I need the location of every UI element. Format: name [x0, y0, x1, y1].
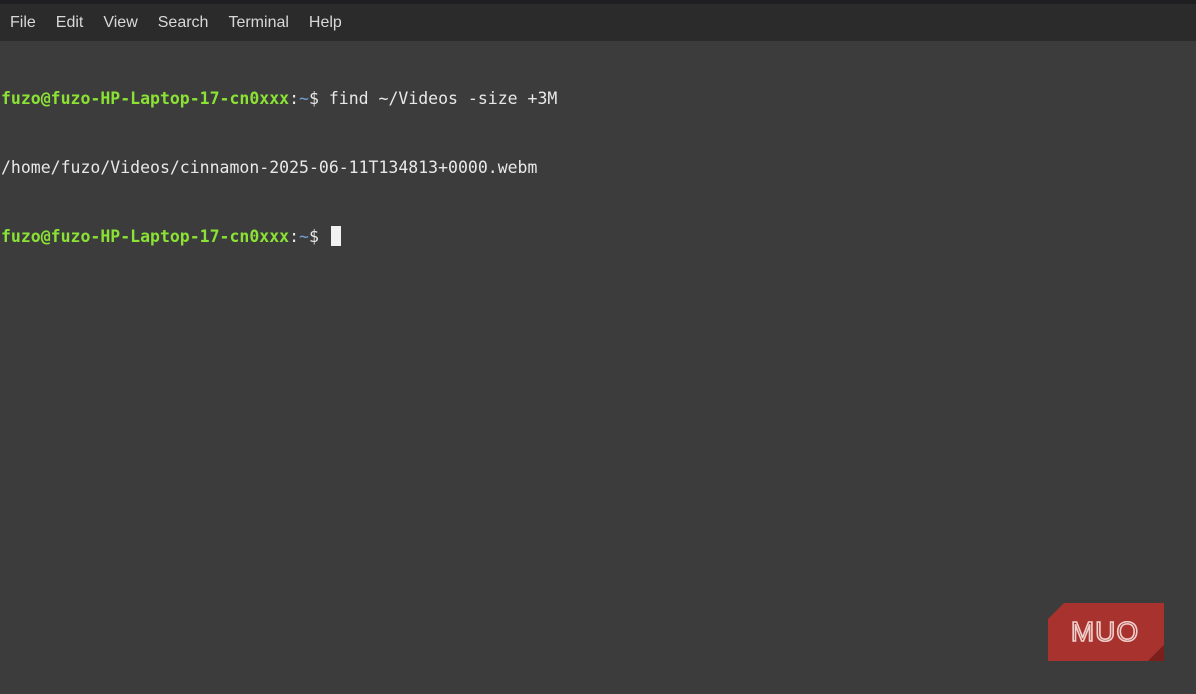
command-output: /home/fuzo/Videos/cinnamon-2025-06-11T13… [1, 158, 538, 177]
terminal-line: /home/fuzo/Videos/cinnamon-2025-06-11T13… [1, 156, 1196, 179]
menu-view[interactable]: View [93, 4, 147, 41]
text-cursor [330, 226, 341, 246]
terminal-output-area[interactable]: fuzo@fuzo-HP-Laptop-17-cn0xxx:~$ find ~/… [0, 41, 1196, 694]
prompt-symbol: $ [308, 89, 329, 108]
prompt-separator: : [289, 227, 300, 246]
menubar: File Edit View Search Terminal Help [0, 4, 1196, 41]
terminal-line: fuzo@fuzo-HP-Laptop-17-cn0xxx:~$ [1, 225, 1196, 248]
terminal-line: fuzo@fuzo-HP-Laptop-17-cn0xxx:~$ find ~/… [1, 87, 1196, 110]
prompt-separator: : [289, 89, 300, 108]
logo-text: MUO [1071, 616, 1139, 647]
muo-logo-watermark: MUO [1048, 603, 1164, 661]
prompt-user-host: fuzo@fuzo-HP-Laptop-17-cn0xxx [1, 227, 290, 246]
command-text: find ~/Videos -size +3M [328, 89, 558, 108]
prompt-user-host: fuzo@fuzo-HP-Laptop-17-cn0xxx [1, 89, 290, 108]
menu-terminal[interactable]: Terminal [218, 4, 298, 41]
menu-help[interactable]: Help [299, 4, 352, 41]
terminal-window: File Edit View Search Terminal Help fuzo… [0, 0, 1196, 694]
menu-search[interactable]: Search [148, 4, 219, 41]
menu-file[interactable]: File [0, 4, 46, 41]
prompt-path: ~ [299, 227, 309, 246]
prompt-path: ~ [299, 89, 309, 108]
menu-edit[interactable]: Edit [46, 4, 94, 41]
prompt-symbol: $ [308, 227, 329, 246]
